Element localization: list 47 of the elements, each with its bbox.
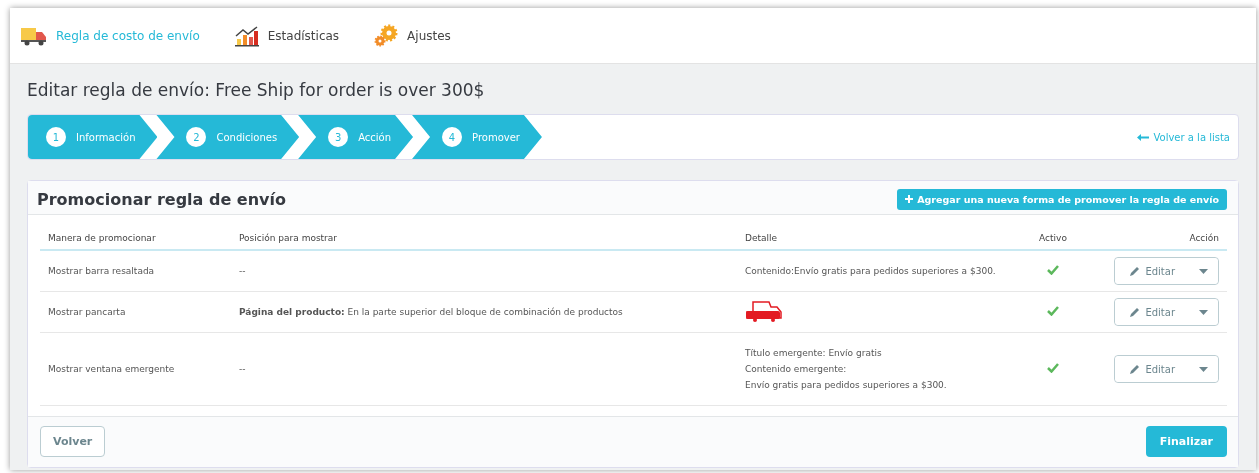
column-header: Acción xyxy=(1091,225,1227,250)
back-to-list-link[interactable]: Volver a la lista xyxy=(1137,131,1230,143)
finish-button[interactable]: Finalizar xyxy=(1145,426,1227,457)
caret-icon xyxy=(1199,366,1208,372)
table-cell: Mostrar barra resaltada xyxy=(40,250,231,292)
nav-tab[interactable]: Estadísticas xyxy=(233,24,340,47)
wizard-step[interactable]: 3 Acción xyxy=(298,115,414,159)
table-cell: Mostrar ventana emergente xyxy=(40,332,231,406)
table-cell: Mostrar pancarta xyxy=(40,291,231,333)
detail-text: Contenido emergente: xyxy=(745,363,848,376)
wizard-step[interactable]: 1 Información xyxy=(28,115,158,159)
add-button[interactable]: Agregar una nueva forma de promover la regla de envío xyxy=(897,189,1227,210)
pencil-icon xyxy=(1129,265,1141,277)
pencil-icon xyxy=(1129,306,1141,318)
pencil-icon xyxy=(1129,363,1141,375)
nav-tab[interactable]: Ajustes xyxy=(373,23,451,48)
step-number: 2 xyxy=(186,127,207,147)
chart-icon xyxy=(233,24,260,47)
detail-text: Envío gratis para pedidos superiores a $300. xyxy=(745,379,948,392)
table-cell: Página del producto: En la parte superior del bloque de combinación de productos xyxy=(231,291,737,333)
back-button[interactable]: Volver xyxy=(40,426,106,457)
table-cell: -- xyxy=(231,332,737,406)
arrow-left-icon xyxy=(1137,133,1150,141)
shipping-banner-drawing xyxy=(745,300,783,322)
caret-icon xyxy=(1199,268,1208,274)
plus-icon xyxy=(905,195,914,203)
detail-text: Contenido:Envío gratis para pedidos superiores a $300. xyxy=(745,265,997,278)
step-label: Condiciones xyxy=(216,131,278,143)
step-number: 4 xyxy=(442,127,463,147)
column-header: Activo xyxy=(1015,225,1091,250)
panel-title: Promocionar regla de envío xyxy=(37,190,286,209)
step-number: 3 xyxy=(328,127,349,147)
nav-tab[interactable]: Regla de costo de envío xyxy=(20,24,200,47)
wizard-step[interactable]: 2 Condiciones xyxy=(156,115,300,159)
step-label: Acción xyxy=(358,131,392,143)
gears-icon xyxy=(373,23,400,48)
caret-icon xyxy=(1199,309,1208,315)
step-number: 1 xyxy=(46,127,66,147)
wizard-step[interactable]: 4 Promover xyxy=(412,115,542,159)
detail-text: Título emergente: Envío gratis xyxy=(745,347,883,360)
table-cell: -- xyxy=(231,250,737,292)
column-header: Detalle xyxy=(737,225,1015,250)
step-label: Promover xyxy=(472,131,520,143)
column-header: Manera de promocionar xyxy=(40,225,231,250)
column-header: Posición para mostrar xyxy=(231,225,737,250)
step-label: Información xyxy=(76,131,136,143)
page-title: Editar regla de envío: Free Ship for order is over 300$ xyxy=(27,80,486,100)
